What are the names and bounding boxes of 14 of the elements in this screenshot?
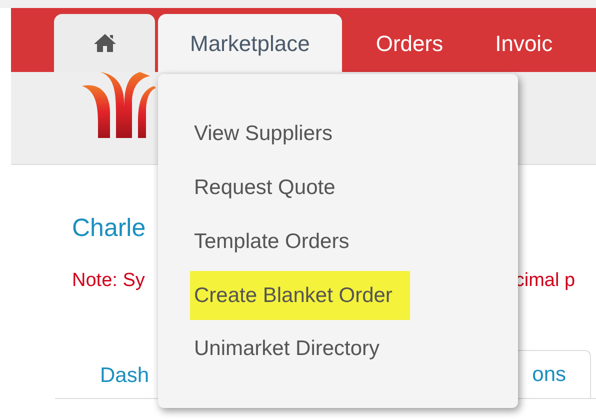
menu-item[interactable]: View Suppliers	[190, 119, 337, 149]
menu-item[interactable]: Request Quote	[190, 173, 340, 203]
menu-item[interactable]: Create Blanket Order	[190, 271, 410, 320]
menu-item[interactable]: Template Orders	[190, 227, 354, 257]
note-text: Note: Sy	[72, 269, 145, 293]
page-heading: Charle	[72, 213, 146, 243]
logo-icon	[80, 72, 156, 140]
page-tab[interactable]: Dash	[55, 354, 150, 398]
menu-item[interactable]: Unimarket Directory	[190, 334, 384, 364]
nav-tab[interactable]: Invoic	[477, 14, 571, 72]
nav-tab[interactable]: Orders	[358, 14, 462, 72]
nav-tab[interactable]: Marketplace	[158, 14, 342, 72]
home-icon	[92, 33, 116, 53]
home-tab[interactable]	[54, 14, 155, 72]
